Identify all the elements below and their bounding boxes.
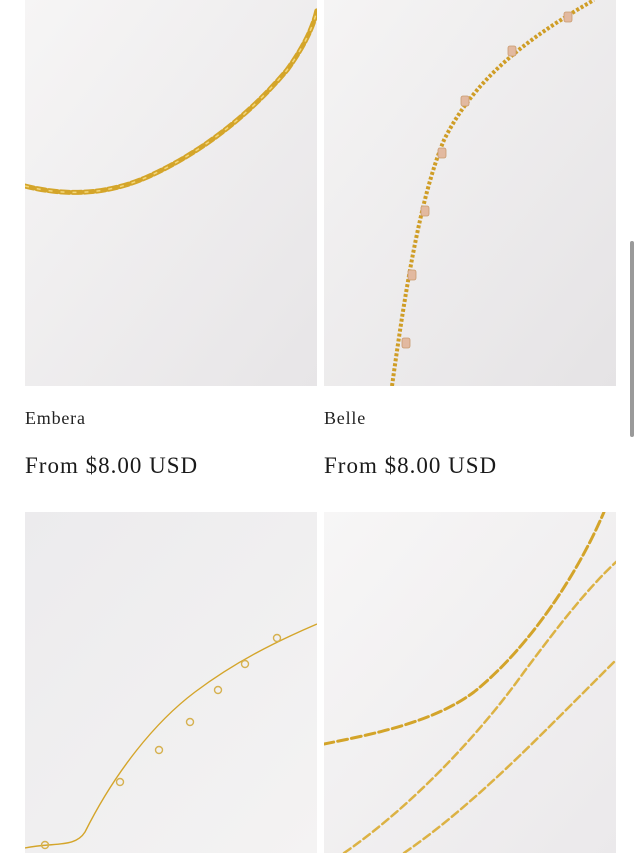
paperclip-chain-necklace-photo bbox=[324, 512, 616, 853]
product-image[interactable] bbox=[324, 0, 616, 386]
product-card-embera[interactable]: Embera From $8.00 USD bbox=[25, 0, 317, 480]
product-image[interactable] bbox=[324, 512, 616, 853]
page-scrollbar[interactable] bbox=[630, 241, 634, 437]
product-card-belle[interactable]: Belle From $8.00 USD bbox=[324, 0, 616, 480]
product-image[interactable] bbox=[25, 512, 317, 853]
station-chain-necklace-photo bbox=[324, 0, 616, 386]
figaro-chain-necklace-photo bbox=[25, 0, 317, 386]
product-title[interactable]: Embera bbox=[25, 406, 317, 430]
product-price: From $8.00 USD bbox=[25, 453, 199, 478]
crystal-station-chain-photo bbox=[25, 512, 317, 853]
product-price: From $8.00 USD bbox=[324, 453, 498, 478]
product-card[interactable] bbox=[25, 512, 317, 853]
product-card[interactable] bbox=[324, 512, 616, 853]
product-image[interactable] bbox=[25, 0, 317, 386]
product-title[interactable]: Belle bbox=[324, 406, 616, 430]
